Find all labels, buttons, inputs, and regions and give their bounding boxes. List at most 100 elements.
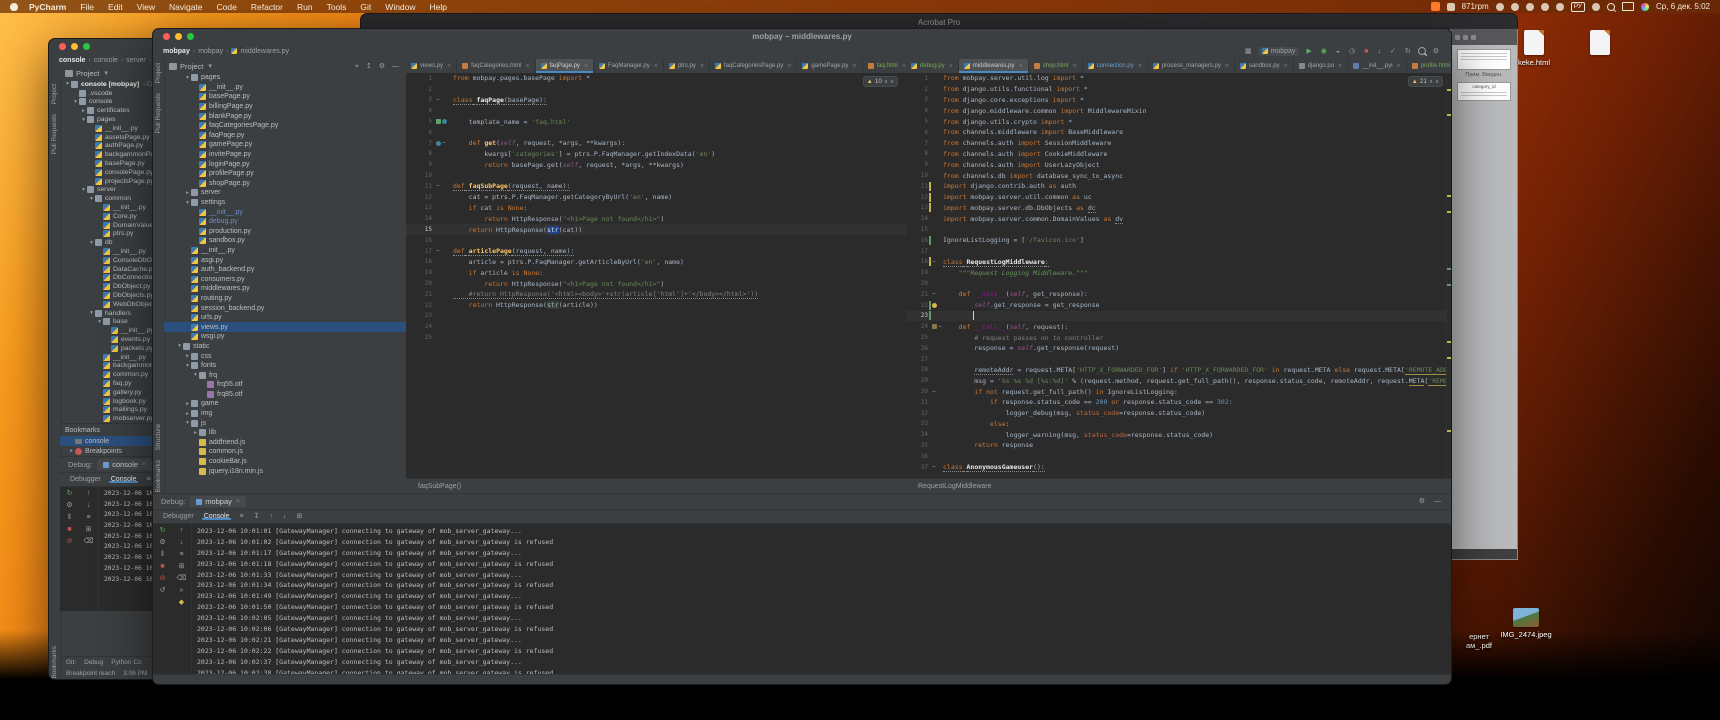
chevron-down-icon[interactable]: ▾ bbox=[88, 196, 95, 202]
code-line[interactable]: 22 self.get_response = get_response bbox=[906, 300, 1446, 311]
close-tab-icon[interactable]: × bbox=[584, 63, 588, 70]
chevron-down-icon[interactable]: ▾ bbox=[184, 363, 191, 369]
code-line[interactable]: 17−def articlePage(request, name): bbox=[406, 246, 906, 257]
status-python-console-label[interactable]: Python Co bbox=[111, 659, 141, 666]
code-line[interactable]: 8 kwargs['categories'] = ptrs.P.FaqManag… bbox=[406, 149, 906, 160]
editor-tab-profile-html[interactable]: profile.html× bbox=[1407, 59, 1451, 73]
tree-row[interactable]: ▸css bbox=[164, 351, 406, 361]
panel-options-icon[interactable]: ⚙ bbox=[377, 63, 387, 70]
fold-region-icon[interactable]: − bbox=[932, 259, 936, 265]
print-icon[interactable]: ⊞ bbox=[86, 526, 92, 533]
restore-layout-icon[interactable]: ⊞ bbox=[294, 513, 304, 520]
chevron-down-icon[interactable]: ▾ bbox=[80, 117, 87, 123]
breadcrumb-item[interactable]: mobpay bbox=[198, 48, 223, 55]
tree-row[interactable]: views.py bbox=[164, 322, 406, 332]
chevron-right-icon[interactable]: ▸ bbox=[184, 411, 191, 417]
color-profile-icon[interactable] bbox=[1641, 3, 1649, 11]
tree-row[interactable]: __init__.py bbox=[164, 246, 406, 256]
tool-tab-bookmarks[interactable]: Bookmarks bbox=[155, 460, 162, 493]
fold-region-icon[interactable]: − bbox=[436, 248, 440, 254]
chevron-down-icon[interactable]: ▾ bbox=[184, 75, 191, 81]
pause-icon[interactable]: ‖ bbox=[161, 551, 164, 558]
profiler-button[interactable]: ◷ bbox=[1347, 48, 1357, 55]
code-line[interactable]: 13 if cat is None: bbox=[406, 203, 906, 214]
debug-console[interactable]: ↻⚙‖■⊘↺ ↑↓≡⊞⌫»◆ 2023-12-06 10:01:01 [Gate… bbox=[153, 524, 1451, 678]
chevron-right-icon[interactable]: ▸ bbox=[184, 401, 191, 407]
code-line[interactable]: 34 logger_warning(msg, status_code=respo… bbox=[906, 429, 1446, 440]
record-icon[interactable] bbox=[1541, 3, 1549, 11]
hide-panel-icon[interactable]: — bbox=[390, 63, 401, 70]
code-line[interactable]: 14 return HttpResponse("<h1>Page not fou… bbox=[406, 213, 906, 224]
chevron-down-icon[interactable]: ▾ bbox=[80, 187, 87, 193]
zoom-window-button[interactable] bbox=[83, 43, 90, 50]
close-tab-icon[interactable]: × bbox=[1138, 63, 1142, 70]
debug-session-tab[interactable]: console × bbox=[97, 459, 152, 470]
code-line[interactable]: 10 bbox=[406, 170, 906, 181]
menu-item-help[interactable]: Help bbox=[423, 2, 454, 12]
close-tab-icon[interactable]: × bbox=[1073, 63, 1077, 70]
tree-row[interactable]: routing.py bbox=[164, 294, 406, 304]
breadcrumb-item[interactable]: faqSubPage() bbox=[418, 483, 461, 490]
code-line[interactable]: 27 bbox=[906, 354, 1446, 365]
hide-frames-icon[interactable]: ≡ bbox=[179, 551, 183, 558]
menu-item-git[interactable]: Git bbox=[353, 2, 378, 12]
tree-row[interactable]: ▸game bbox=[164, 399, 406, 409]
code-line[interactable]: 16IgnoreListLogging = ['/favicon.ico'] bbox=[906, 235, 1446, 246]
code-line[interactable]: 9 return basePage.get(self, request, *ar… bbox=[406, 159, 906, 170]
code-line[interactable]: 3−class faqPage(basePage): bbox=[406, 95, 906, 106]
inspections-widget[interactable]: ▲ 10 ∧ ∨ bbox=[863, 76, 898, 87]
fast-forward-icon[interactable]: » bbox=[180, 587, 184, 594]
locate-file-icon[interactable]: ⌖ bbox=[353, 63, 361, 70]
code-line[interactable]: 15 bbox=[906, 224, 1446, 235]
menu-item-window[interactable]: Window bbox=[378, 2, 422, 12]
tree-row[interactable]: ▾pages bbox=[164, 73, 406, 83]
close-tab-icon[interactable]: × bbox=[1018, 63, 1022, 70]
history-icon[interactable]: ↻ bbox=[1403, 48, 1413, 55]
code-line[interactable]: 7from channels.auth import SessionMiddle… bbox=[906, 138, 1446, 149]
run-icon[interactable] bbox=[442, 119, 447, 124]
editor-tab-faqmanager-py[interactable]: FaqManager.py× bbox=[594, 59, 664, 73]
code-editor-faqpage[interactable]: 1from mobpay.pages.basePage import *23−c… bbox=[406, 73, 906, 479]
bulb-icon[interactable] bbox=[932, 303, 937, 308]
status-debug-label[interactable]: Debug bbox=[84, 659, 103, 666]
tree-row[interactable]: debug.py bbox=[164, 217, 406, 227]
chevron-down-icon[interactable]: ▾ bbox=[184, 420, 191, 426]
chevron-down-icon[interactable]: ▾ bbox=[192, 372, 199, 378]
tree-row[interactable]: ▾fonts bbox=[164, 361, 406, 371]
editor-tab-middlewares-py[interactable]: middlewares.py× bbox=[959, 59, 1029, 73]
editor-tab-ptrs-py[interactable]: ptrs.py× bbox=[664, 59, 710, 73]
close-tab-icon[interactable]: × bbox=[949, 63, 953, 70]
tree-row[interactable]: ▸lib bbox=[164, 428, 406, 438]
fold-region-icon[interactable]: − bbox=[932, 389, 936, 395]
mute-breakpoints-icon[interactable]: ⊘ bbox=[160, 575, 166, 582]
code-line[interactable]: 23 bbox=[406, 311, 906, 322]
close-icon[interactable]: × bbox=[236, 498, 240, 505]
stripe-mark[interactable] bbox=[1447, 284, 1451, 286]
chevron-down-icon[interactable]: ▾ bbox=[184, 200, 191, 206]
display-icon[interactable] bbox=[1622, 2, 1634, 11]
code-line[interactable]: 3from django.core.exceptions import * bbox=[906, 95, 1446, 106]
tree-row[interactable]: cookieBar.js bbox=[164, 457, 406, 467]
menu-item-file[interactable]: File bbox=[73, 2, 101, 12]
run-configuration-chip[interactable]: mobpay bbox=[1258, 47, 1299, 56]
pause-icon[interactable]: ‖ bbox=[68, 514, 71, 521]
error-stripe[interactable] bbox=[1446, 73, 1451, 479]
tree-row[interactable]: sandbox.py bbox=[164, 236, 406, 246]
code-line[interactable]: 37−class AnonymousGameuser(): bbox=[906, 462, 1446, 473]
code-line[interactable]: 12 cat = ptrs.P.FaqManager.getCategoryBy… bbox=[406, 192, 906, 203]
headphones-icon[interactable] bbox=[1556, 3, 1564, 11]
tree-row[interactable]: production.py bbox=[164, 227, 406, 237]
editor-breadcrumb[interactable]: faqSubPage() bbox=[406, 478, 906, 493]
tree-row[interactable]: urls.py bbox=[164, 313, 406, 323]
chevron-down-icon[interactable]: ▾ bbox=[96, 319, 103, 325]
close-tab-icon[interactable]: × bbox=[1225, 63, 1229, 70]
tools-icon[interactable] bbox=[1526, 3, 1534, 11]
code-line[interactable]: 13import mobpay.server.db.DbObjects as d… bbox=[906, 203, 1446, 214]
tree-row[interactable]: basePage.py bbox=[164, 92, 406, 102]
code-line[interactable]: 8from channels.auth import CookieMiddlew… bbox=[906, 149, 1446, 160]
window-layout-icon[interactable]: ▦ bbox=[1243, 48, 1254, 55]
code-line[interactable]: 6 bbox=[406, 127, 906, 138]
app-status-icon[interactable] bbox=[1431, 2, 1440, 11]
clear-console-icon[interactable]: ⌫ bbox=[84, 538, 94, 545]
editor-tab-faqcategoriespage-py[interactable]: faqCategoriesPage.py× bbox=[710, 59, 797, 73]
